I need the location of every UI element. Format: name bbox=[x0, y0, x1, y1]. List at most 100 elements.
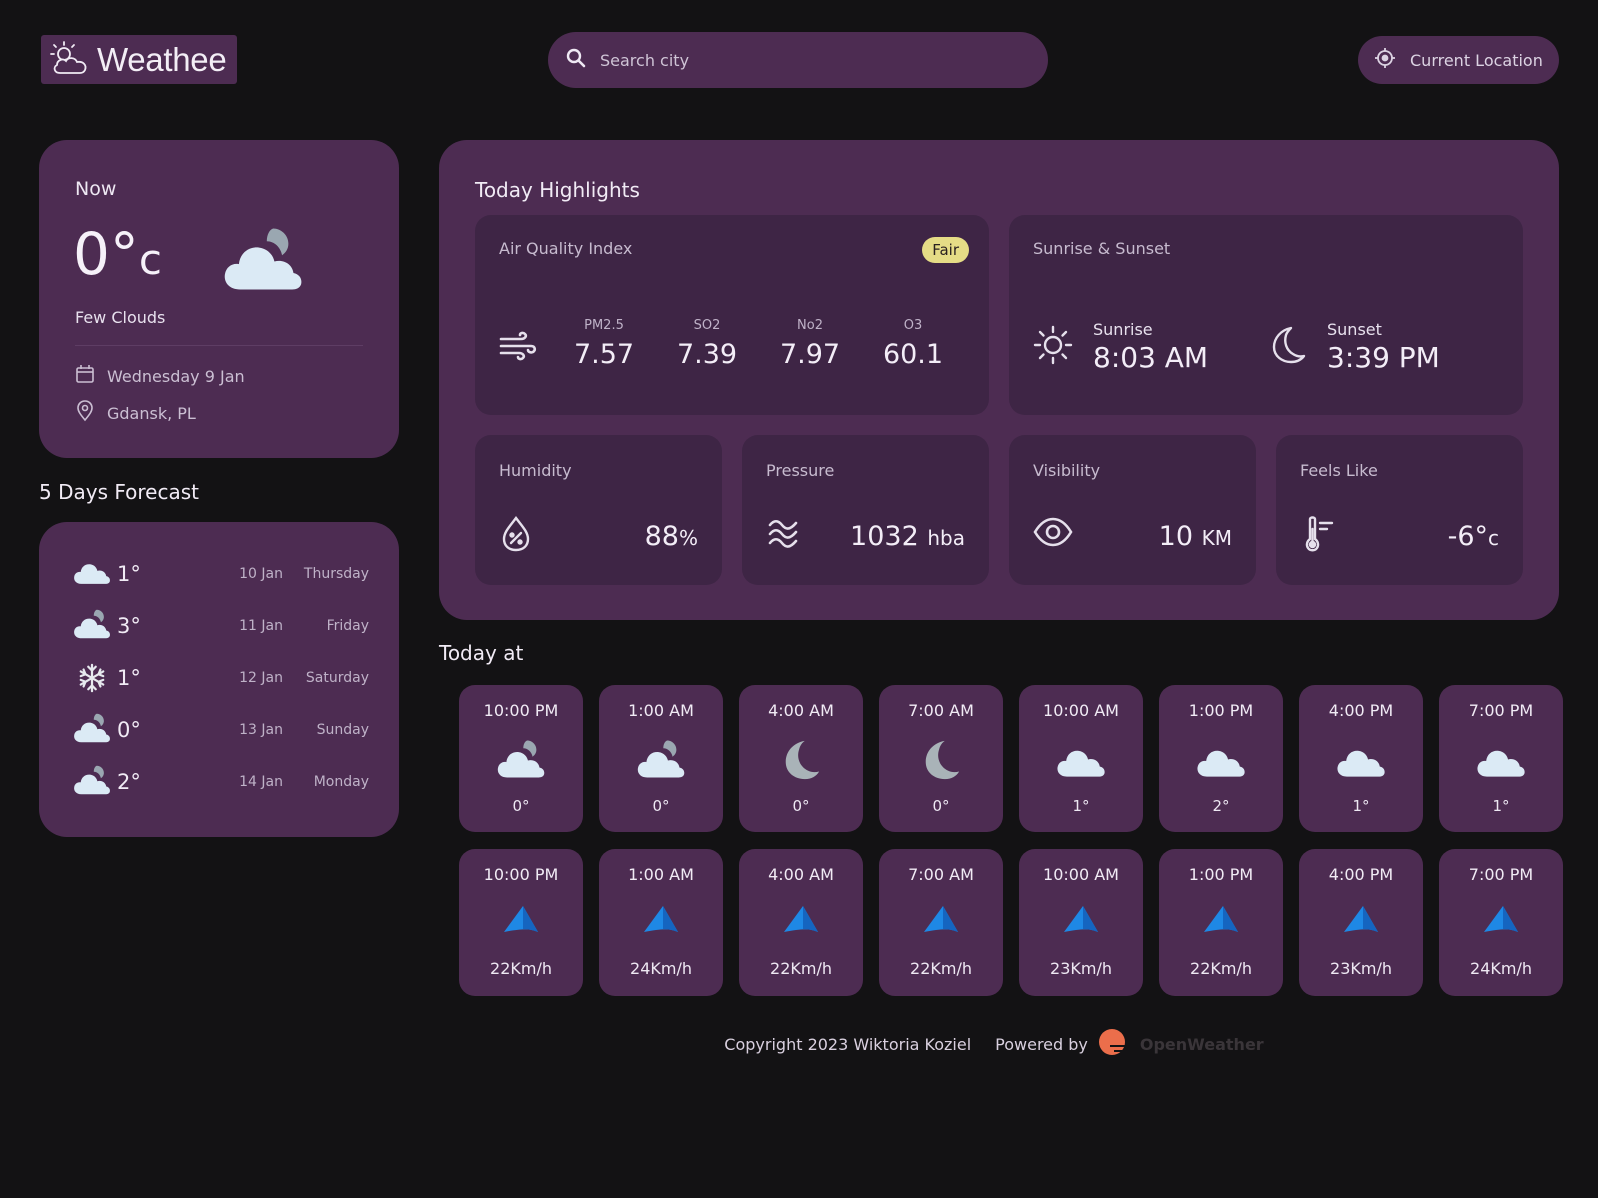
wind-card: 7:00 AM 22Km/h bbox=[879, 849, 1003, 996]
humidity-label: Humidity bbox=[499, 461, 572, 480]
search-input[interactable] bbox=[600, 50, 1000, 70]
hour-temp: 0° bbox=[652, 797, 670, 815]
wind-card: 10:00 AM 23Km/h bbox=[1019, 849, 1143, 996]
aqi-no2: No2 7.97 bbox=[779, 318, 841, 370]
forecast-temp: 1° bbox=[117, 562, 141, 586]
humidity-drop-icon bbox=[499, 515, 533, 557]
hour-time: 4:00 AM bbox=[768, 701, 834, 720]
forecast-day: Thursday bbox=[303, 566, 369, 582]
current-weather-card: Now 0°c Few Clouds Wednesday 9 Jan Gdans… bbox=[39, 140, 399, 458]
openweather-link[interactable]: OpenWeather bbox=[1140, 1035, 1264, 1054]
air-quality-label: Air Quality Index bbox=[499, 239, 633, 258]
cloud-icon bbox=[1159, 739, 1283, 779]
forecast-title: 5 Days Forecast bbox=[39, 480, 199, 504]
moon-icon bbox=[879, 739, 1003, 781]
hour-temp: 0° bbox=[932, 797, 950, 815]
moon-outline-icon bbox=[1269, 325, 1307, 369]
cloud-moon-icon bbox=[459, 739, 583, 779]
highlights-title: Today Highlights bbox=[475, 178, 640, 202]
sunset-time: 3:39 PM bbox=[1327, 341, 1440, 374]
wind-speed: 24Km/h bbox=[630, 959, 692, 978]
thermometer-icon bbox=[1300, 515, 1336, 557]
cloud-moon-icon bbox=[599, 739, 723, 779]
hour-temp: 0° bbox=[512, 797, 530, 815]
forecast-temp: 0° bbox=[117, 718, 141, 742]
forecast-day: Monday bbox=[313, 774, 369, 790]
openweather-logo-icon[interactable] bbox=[1096, 1028, 1132, 1060]
wind-direction-icon bbox=[739, 903, 863, 935]
hour-temp: 1° bbox=[1072, 797, 1090, 815]
wind-time: 10:00 AM bbox=[1043, 865, 1119, 884]
wind-speed: 23Km/h bbox=[1330, 959, 1392, 978]
sunrise-block: Sunrise 8:03 AM bbox=[1033, 320, 1208, 374]
cloud-icon bbox=[1019, 739, 1143, 779]
sunrise-sunset-label: Sunrise & Sunset bbox=[1033, 239, 1171, 258]
wind-speed: 22Km/h bbox=[490, 959, 552, 978]
hour-time: 1:00 PM bbox=[1188, 701, 1254, 720]
pressure-value: 1032 hba bbox=[850, 521, 965, 552]
forecast-date: 12 Jan bbox=[239, 670, 283, 686]
hour-temp: 0° bbox=[792, 797, 810, 815]
pressure-waves-icon bbox=[766, 515, 802, 555]
hourly-card: 1:00 AM 0° bbox=[599, 685, 723, 832]
powered-by: Powered by OpenWeather bbox=[995, 1028, 1264, 1060]
cloud-icon bbox=[1439, 739, 1563, 779]
logo-text: Weathee bbox=[97, 40, 227, 78]
wind-speed: 22Km/h bbox=[910, 959, 972, 978]
crosshair-icon bbox=[1374, 47, 1396, 73]
forecast-date: 14 Jan bbox=[239, 774, 283, 790]
aqi-pm25: PM2.5 7.57 bbox=[573, 318, 635, 370]
wind-time: 7:00 AM bbox=[908, 865, 974, 884]
cloud-moon-icon bbox=[73, 764, 111, 800]
current-location-label: Current Location bbox=[1410, 50, 1543, 70]
wind-direction-icon bbox=[1019, 903, 1143, 935]
current-location-button[interactable]: Current Location bbox=[1358, 36, 1559, 84]
sunrise-time: 8:03 AM bbox=[1093, 341, 1209, 374]
wind-card: 1:00 PM 22Km/h bbox=[1159, 849, 1283, 996]
sun-icon bbox=[1033, 325, 1073, 369]
wind-card: 7:00 PM 24Km/h bbox=[1439, 849, 1563, 996]
forecast-card: 1° 10 Jan Thursday 3° 11 Jan Friday 1° 1… bbox=[39, 522, 399, 837]
wind-card: 4:00 PM 23Km/h bbox=[1299, 849, 1423, 996]
feels-like-card: Feels Like -6°c bbox=[1276, 435, 1523, 585]
wind-time: 4:00 PM bbox=[1328, 865, 1394, 884]
forecast-temp: 2° bbox=[117, 770, 141, 794]
feels-like-label: Feels Like bbox=[1300, 461, 1378, 480]
hour-time: 1:00 AM bbox=[628, 701, 694, 720]
hour-temp: 2° bbox=[1212, 797, 1230, 815]
wind-card: 1:00 AM 24Km/h bbox=[599, 849, 723, 996]
search-bar[interactable] bbox=[548, 32, 1048, 88]
wind-card: 10:00 PM 22Km/h bbox=[459, 849, 583, 996]
app-logo[interactable]: Weathee bbox=[41, 35, 237, 84]
wind-speed: 22Km/h bbox=[770, 959, 832, 978]
sunset-label: Sunset bbox=[1327, 320, 1382, 339]
cloud-moon-icon bbox=[221, 226, 305, 296]
sunrise-sunset-card: Sunrise & Sunset Sunrise 8:03 AM Sunset … bbox=[1009, 215, 1523, 415]
wind-speed: 22Km/h bbox=[1190, 959, 1252, 978]
hour-temp: 1° bbox=[1352, 797, 1370, 815]
feels-like-value: -6°c bbox=[1447, 521, 1499, 552]
wind-time: 4:00 AM bbox=[768, 865, 834, 884]
eye-icon bbox=[1033, 515, 1073, 553]
visibility-label: Visibility bbox=[1033, 461, 1101, 480]
air-quality-badge: Fair bbox=[922, 237, 969, 263]
pressure-card: Pressure 1032 hba bbox=[742, 435, 989, 585]
humidity-card: Humidity 88% bbox=[475, 435, 722, 585]
hour-time: 10:00 AM bbox=[1043, 701, 1119, 720]
weather-condition: Few Clouds bbox=[75, 308, 166, 327]
wind-direction-icon bbox=[1439, 903, 1563, 935]
copyright-text: Copyright 2023 Wiktoria Koziel bbox=[724, 1034, 972, 1054]
cloud-icon bbox=[1299, 739, 1423, 779]
date-row: Wednesday 9 Jan bbox=[75, 364, 245, 388]
search-icon bbox=[566, 48, 586, 72]
forecast-date: 13 Jan bbox=[239, 722, 283, 738]
forecast-day: Friday bbox=[326, 618, 369, 634]
moon-icon bbox=[739, 739, 863, 781]
wind-time: 7:00 PM bbox=[1468, 865, 1534, 884]
footer: Copyright 2023 Wiktoria Koziel Powered b… bbox=[0, 1028, 1598, 1060]
cloud-icon bbox=[73, 557, 111, 591]
hour-time: 10:00 PM bbox=[483, 701, 559, 720]
hour-temp: 1° bbox=[1492, 797, 1510, 815]
visibility-card: Visibility 10 KM bbox=[1009, 435, 1256, 585]
wind-time: 1:00 PM bbox=[1188, 865, 1254, 884]
